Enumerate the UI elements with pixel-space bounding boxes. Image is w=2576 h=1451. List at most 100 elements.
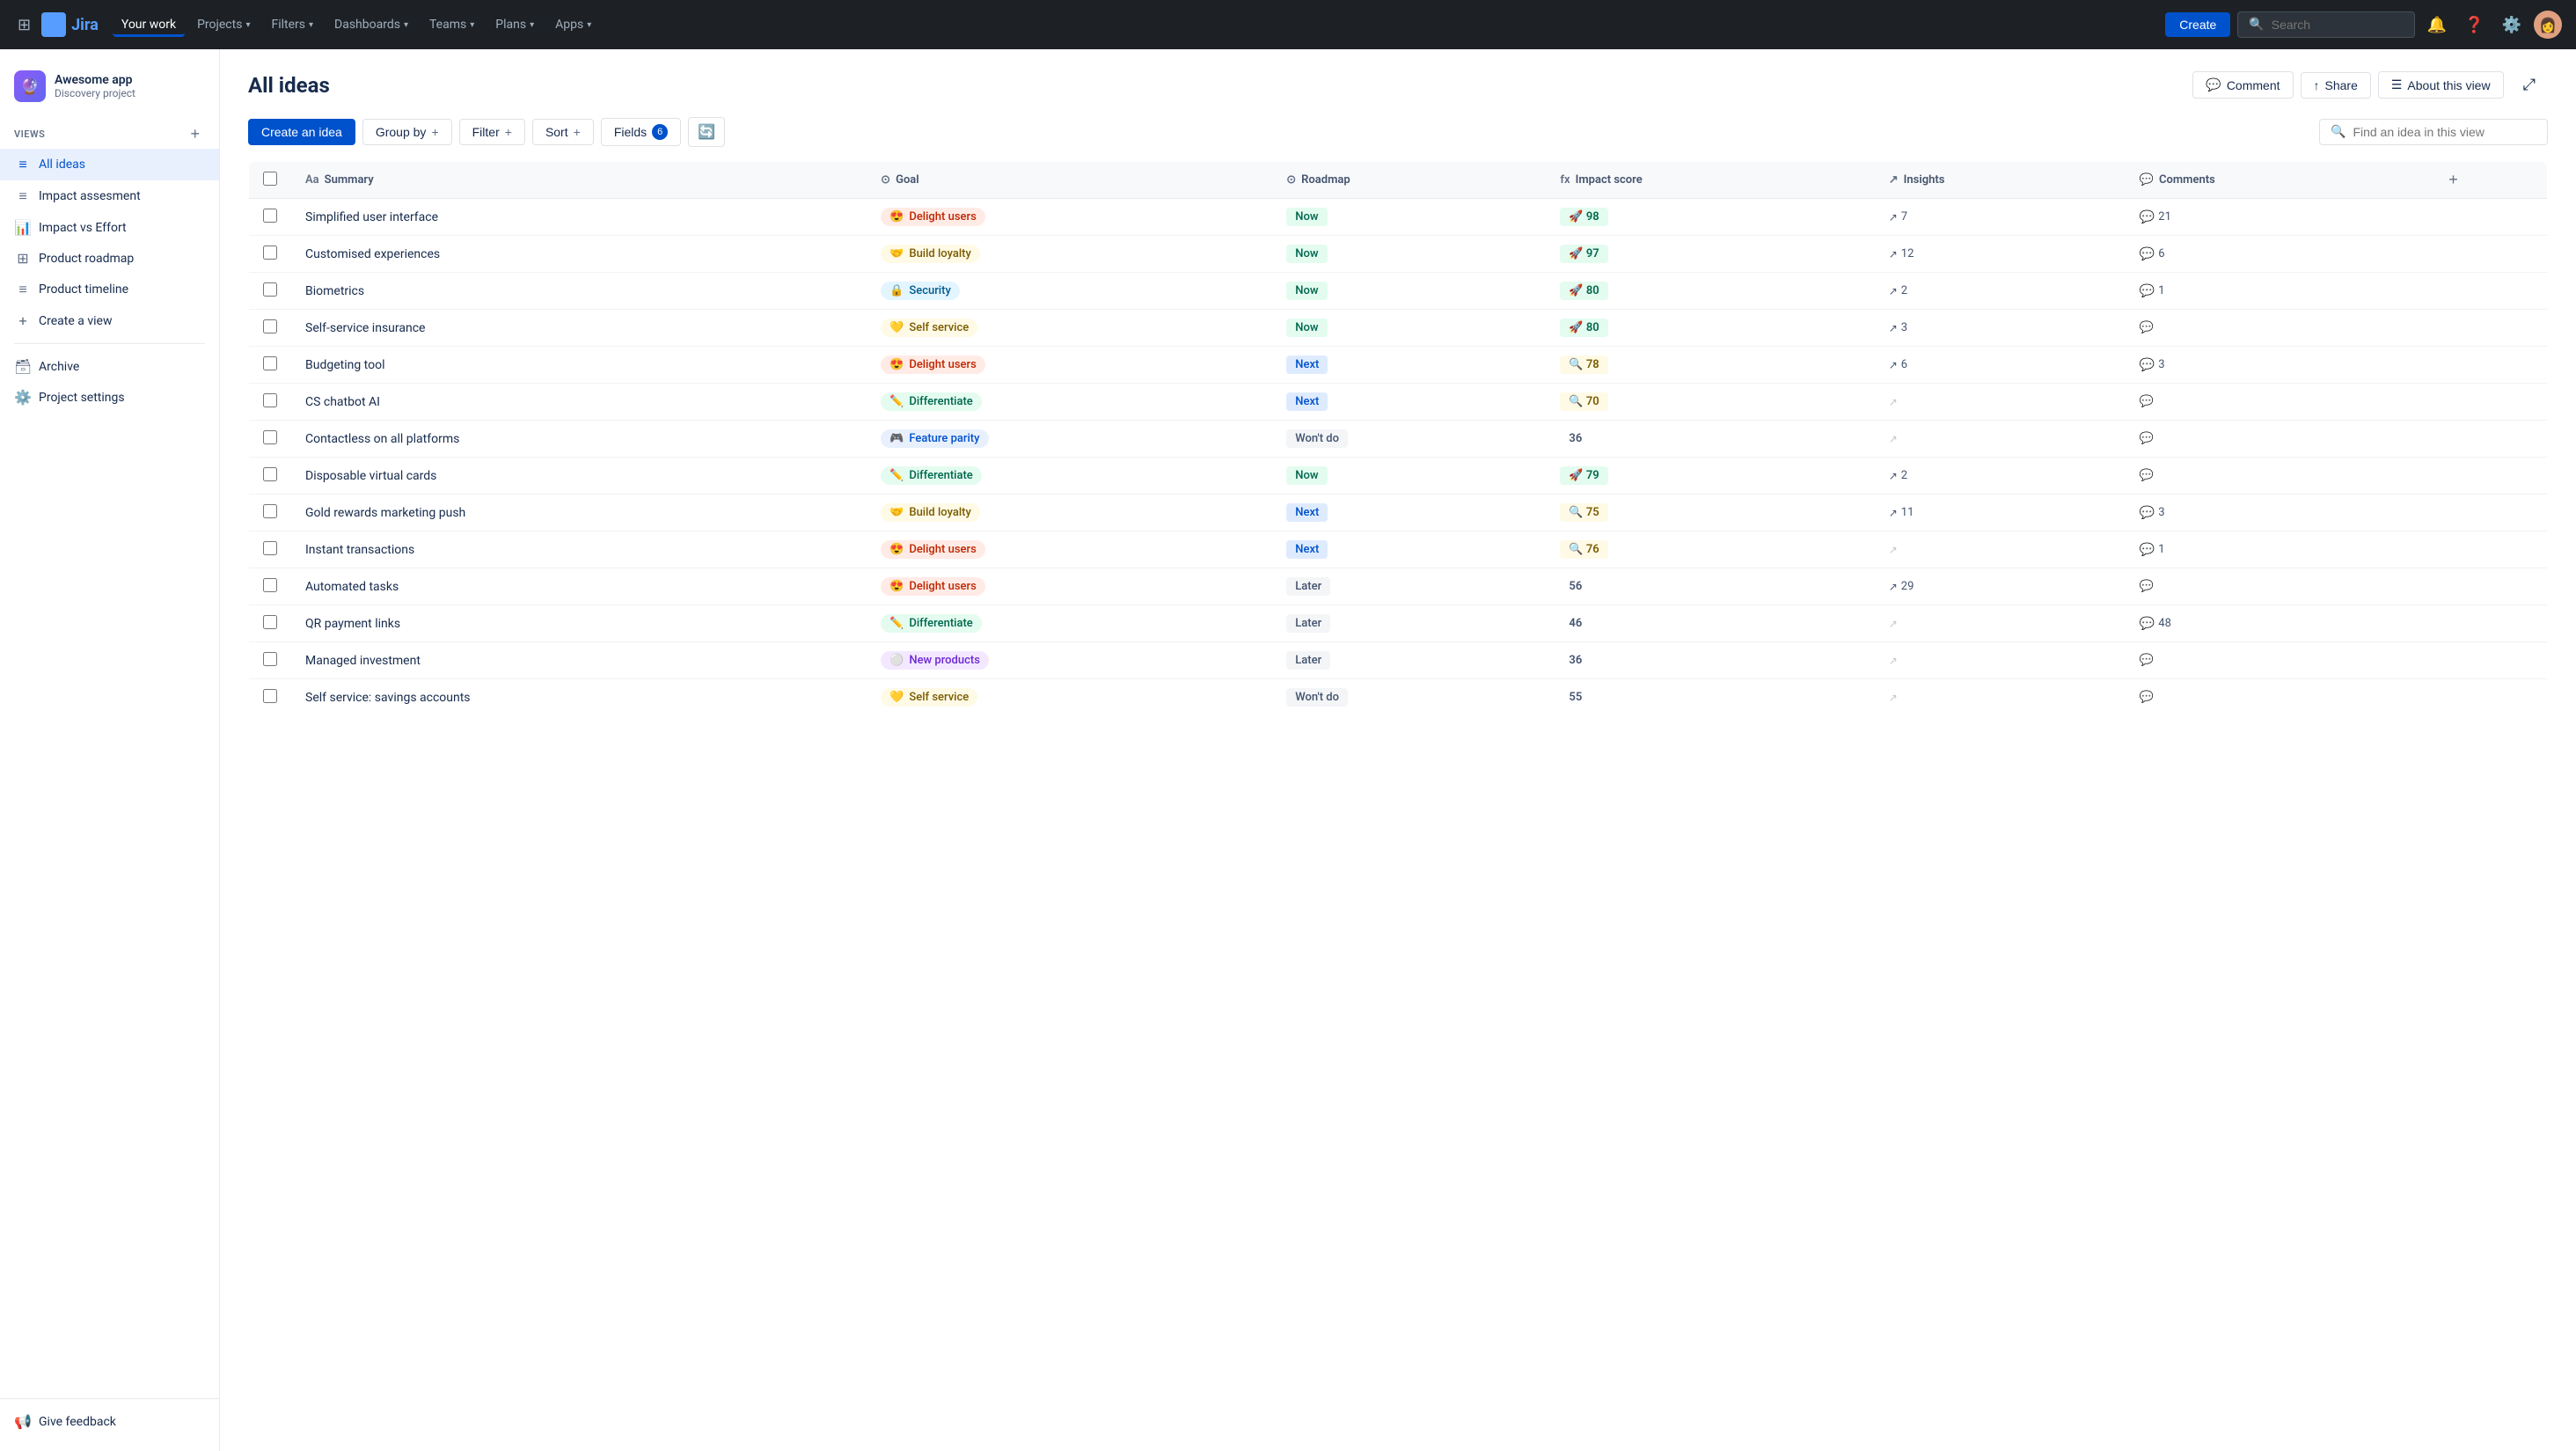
- notifications-icon[interactable]: 🔔: [2422, 11, 2452, 40]
- help-icon[interactable]: ❓: [2459, 11, 2489, 40]
- refresh-button[interactable]: 🔄: [688, 117, 725, 147]
- sidebar-item-product-roadmap[interactable]: ⊞ Product roadmap: [0, 243, 219, 274]
- row-summary[interactable]: Self-service insurance: [291, 310, 867, 347]
- grid-icon[interactable]: ⊞: [14, 12, 34, 38]
- row-select-checkbox[interactable]: [263, 319, 277, 333]
- settings-icon[interactable]: ⚙️: [2497, 11, 2527, 40]
- sort-button[interactable]: Sort +: [532, 119, 594, 145]
- row-select-checkbox[interactable]: [263, 430, 277, 444]
- sidebar-item-impact-assesment[interactable]: ≡Impact assesment: [0, 180, 219, 212]
- table-row[interactable]: Self service: savings accounts 💛 Self se…: [249, 679, 2548, 716]
- filter-button[interactable]: Filter +: [459, 119, 525, 145]
- row-summary[interactable]: CS chatbot AI: [291, 384, 867, 421]
- row-checkbox: [249, 679, 292, 716]
- row-select-checkbox[interactable]: [263, 689, 277, 703]
- sidebar-item-label: Product roadmap: [39, 252, 134, 266]
- share-button[interactable]: ↑ Share: [2301, 72, 2371, 99]
- select-all-checkbox[interactable]: [263, 172, 277, 186]
- create-button[interactable]: Create: [2165, 12, 2230, 37]
- row-checkbox: [249, 273, 292, 310]
- table-row[interactable]: Budgeting tool 😍 Delight users Next 🔍 78…: [249, 347, 2548, 384]
- nav-item-filters[interactable]: Filters▾: [262, 12, 322, 37]
- sidebar-item-all-ideas[interactable]: ≡All ideas: [0, 149, 219, 180]
- sidebar-item-impact-vs-effort[interactable]: 📊Impact vs Effort: [0, 212, 219, 243]
- row-summary[interactable]: Self service: savings accounts: [291, 679, 867, 716]
- avatar[interactable]: 👩: [2534, 11, 2562, 39]
- create-idea-button[interactable]: Create an idea: [248, 119, 355, 145]
- comment-button[interactable]: 💬 Comment: [2192, 71, 2293, 99]
- row-summary[interactable]: Contactless on all platforms: [291, 421, 867, 458]
- nav-item-your-work[interactable]: Your work: [113, 12, 185, 37]
- row-summary[interactable]: Instant transactions: [291, 531, 867, 568]
- nav-item-plans[interactable]: Plans▾: [487, 12, 543, 37]
- fields-button[interactable]: Fields 6: [601, 118, 681, 146]
- sidebar-item-archive[interactable]: 🗃 Archive: [0, 351, 219, 382]
- group-by-button[interactable]: Group by +: [362, 119, 452, 145]
- search-bar[interactable]: 🔍: [2237, 11, 2414, 38]
- idea-search-input[interactable]: [2353, 125, 2528, 139]
- row-insights: ↗3: [1875, 310, 2126, 347]
- row-extra: [2434, 347, 2547, 384]
- row-comments: 💬: [2126, 679, 2434, 716]
- row-select-checkbox[interactable]: [263, 652, 277, 666]
- row-impact: 🚀 80: [1546, 310, 1874, 347]
- row-checkbox: [249, 310, 292, 347]
- search-input[interactable]: [2272, 18, 2404, 32]
- table-row[interactable]: QR payment links ✏️ Differentiate Later …: [249, 605, 2548, 642]
- about-view-button[interactable]: ☰ About this view: [2378, 71, 2504, 99]
- table-row[interactable]: Biometrics 🔒 Security Now 🚀 80 ↗2 💬1: [249, 273, 2548, 310]
- row-select-checkbox[interactable]: [263, 356, 277, 370]
- table-row[interactable]: Disposable virtual cards ✏️ Differentiat…: [249, 458, 2548, 495]
- row-summary[interactable]: Customised experiences: [291, 236, 867, 273]
- add-column-button[interactable]: +: [2448, 171, 2458, 189]
- table-row[interactable]: Simplified user interface 😍 Delight user…: [249, 199, 2548, 236]
- expand-button[interactable]: ⤢: [2511, 70, 2548, 99]
- views-label: VIEWS: [14, 128, 45, 140]
- table-row[interactable]: Self-service insurance 💛 Self service No…: [249, 310, 2548, 347]
- row-select-checkbox[interactable]: [263, 245, 277, 260]
- table-row[interactable]: Contactless on all platforms 🎮 Feature p…: [249, 421, 2548, 458]
- row-goal: 🎮 Feature parity: [867, 421, 1272, 458]
- add-view-button[interactable]: +: [185, 123, 205, 145]
- row-select-checkbox[interactable]: [263, 541, 277, 555]
- table-row[interactable]: Automated tasks 😍 Delight users Later 56…: [249, 568, 2548, 605]
- sidebar-item-create-a-view[interactable]: +Create a view: [0, 305, 219, 336]
- nav-item-projects[interactable]: Projects▾: [188, 12, 259, 37]
- row-goal: ✏️ Differentiate: [867, 458, 1272, 495]
- row-select-checkbox[interactable]: [263, 282, 277, 297]
- row-summary[interactable]: Managed investment: [291, 642, 867, 679]
- row-select-checkbox[interactable]: [263, 467, 277, 481]
- row-summary[interactable]: Budgeting tool: [291, 347, 867, 384]
- toolbar-search[interactable]: 🔍: [2319, 119, 2548, 145]
- table-row[interactable]: CS chatbot AI ✏️ Differentiate Next 🔍 70…: [249, 384, 2548, 421]
- sidebar-item-product-timeline[interactable]: ≡Product timeline: [0, 274, 219, 305]
- row-impact: 🔍 70: [1546, 384, 1874, 421]
- row-roadmap: Now: [1272, 310, 1546, 347]
- jira-logo[interactable]: Jira: [41, 12, 99, 37]
- table-row[interactable]: Instant transactions 😍 Delight users Nex…: [249, 531, 2548, 568]
- row-summary[interactable]: Automated tasks: [291, 568, 867, 605]
- table-row[interactable]: Gold rewards marketing push 🤝 Build loya…: [249, 495, 2548, 531]
- row-select-checkbox[interactable]: [263, 615, 277, 629]
- row-summary[interactable]: Gold rewards marketing push: [291, 495, 867, 531]
- row-summary[interactable]: Simplified user interface: [291, 199, 867, 236]
- row-insights: ↗: [1875, 421, 2126, 458]
- product-roadmap-icon: ⊞: [14, 250, 32, 267]
- row-select-checkbox[interactable]: [263, 504, 277, 518]
- row-summary[interactable]: Biometrics: [291, 273, 867, 310]
- nav-item-teams[interactable]: Teams▾: [421, 12, 483, 37]
- row-extra: [2434, 568, 2547, 605]
- nav-item-dashboards[interactable]: Dashboards▾: [326, 12, 417, 37]
- row-impact: 36: [1546, 642, 1874, 679]
- nav-item-apps[interactable]: Apps▾: [546, 12, 600, 37]
- row-summary[interactable]: QR payment links: [291, 605, 867, 642]
- sidebar-feedback[interactable]: 📢 Give feedback: [0, 1406, 219, 1437]
- row-summary[interactable]: Disposable virtual cards: [291, 458, 867, 495]
- row-select-checkbox[interactable]: [263, 578, 277, 592]
- row-select-checkbox[interactable]: [263, 393, 277, 407]
- table-row[interactable]: Managed investment ⚪ New products Later …: [249, 642, 2548, 679]
- table-row[interactable]: Customised experiences 🤝 Build loyalty N…: [249, 236, 2548, 273]
- project-info: Awesome app Discovery project: [55, 73, 205, 99]
- row-select-checkbox[interactable]: [263, 209, 277, 223]
- sidebar-item-project-settings[interactable]: ⚙️ Project settings: [0, 382, 219, 413]
